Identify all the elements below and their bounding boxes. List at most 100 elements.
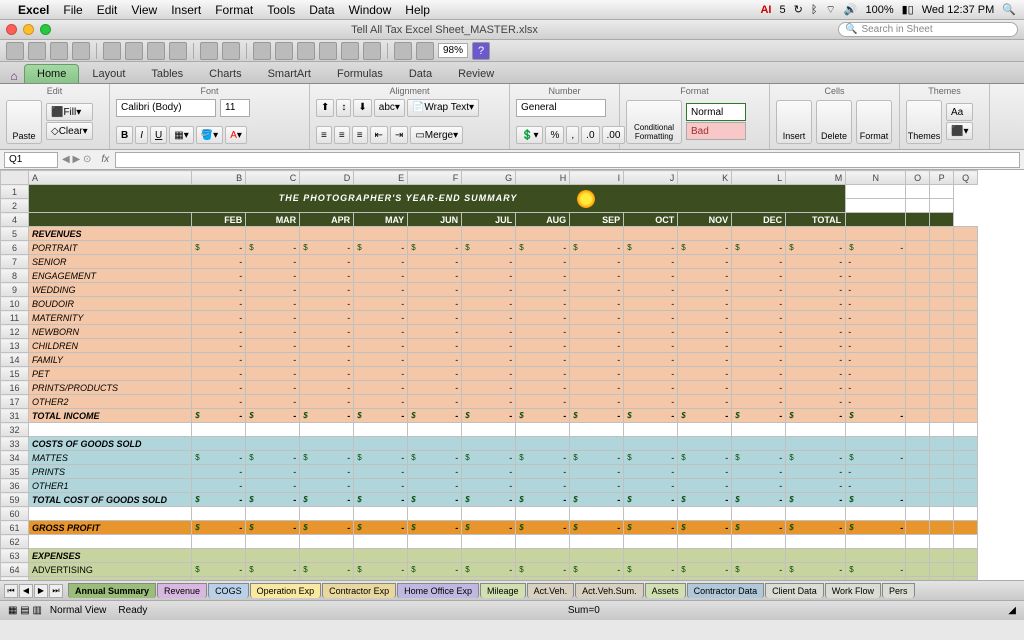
col-header[interactable]: H [516, 171, 570, 185]
sheet-tab[interactable]: Assets [645, 583, 686, 598]
comma-button[interactable]: , [566, 126, 579, 144]
sort-asc-icon[interactable] [275, 42, 293, 60]
save-icon[interactable] [6, 42, 24, 60]
number-format-select[interactable]: General [516, 99, 606, 117]
menu-format[interactable]: Format [215, 3, 253, 17]
menu-edit[interactable]: Edit [97, 3, 118, 17]
new-icon[interactable] [50, 42, 68, 60]
style-normal[interactable]: Normal [686, 103, 746, 121]
sheet-tab[interactable]: Home Office Exp [397, 583, 479, 598]
close-icon[interactable] [6, 24, 17, 35]
col-header[interactable]: E [354, 171, 408, 185]
chart-icon[interactable] [319, 42, 337, 60]
sheet-tab[interactable]: Work Flow [825, 583, 881, 598]
col-header[interactable]: C [246, 171, 300, 185]
ribbon-home-icon[interactable]: ⌂ [4, 69, 24, 83]
gallery-icon[interactable] [341, 42, 359, 60]
fill-button[interactable]: ⬛ Fill ▾ [46, 103, 93, 121]
dec-inc-button[interactable]: .0 [581, 126, 599, 144]
sort-desc-icon[interactable] [297, 42, 315, 60]
font-name-select[interactable]: Calibri (Body) [116, 99, 216, 117]
fx-label[interactable]: fx [95, 154, 115, 165]
clear-button[interactable]: ◇ Clear ▾ [46, 122, 93, 140]
cond-format-button[interactable]: Conditional Formatting [626, 100, 682, 144]
adobe-icon[interactable]: AI [760, 4, 771, 16]
menu-insert[interactable]: Insert [171, 3, 201, 17]
tab-first-icon[interactable]: ⏮ [4, 584, 18, 598]
ribbon-tab-data[interactable]: Data [396, 64, 445, 83]
sheet-tab[interactable]: Mileage [480, 583, 526, 598]
name-box[interactable]: Q1 [4, 152, 58, 168]
formula-input[interactable] [115, 152, 1020, 168]
format-painter-icon[interactable] [169, 42, 187, 60]
help-icon[interactable]: ? [472, 42, 490, 60]
col-header[interactable]: D [300, 171, 354, 185]
ribbon-tab-tables[interactable]: Tables [138, 64, 196, 83]
tab-last-icon[interactable]: ⏭ [49, 584, 63, 598]
theme-colors-button[interactable]: ⬛▾ [946, 122, 973, 140]
copy-icon[interactable] [125, 42, 143, 60]
font-size-select[interactable]: 11 [220, 99, 250, 117]
sheet-tab[interactable]: Act.Veh. [527, 583, 575, 598]
underline-button[interactable]: U [150, 126, 167, 144]
zoom-select[interactable]: 98% [438, 43, 468, 58]
sheet-tab[interactable]: Client Data [765, 583, 824, 598]
menu-window[interactable]: Window [349, 3, 392, 17]
sheet-tab[interactable]: Contractor Exp [322, 583, 396, 598]
wifi-icon[interactable]: ⌔ [825, 3, 835, 17]
italic-button[interactable]: I [135, 126, 148, 144]
fill-color-button[interactable]: 🪣▾ [196, 126, 223, 144]
volume-icon[interactable]: 🔊 [844, 3, 858, 16]
merge-button[interactable]: ▭ Merge ▾ [410, 126, 463, 144]
col-header[interactable]: Q [954, 171, 978, 185]
sheet-tab[interactable]: Act.Veh.Sum. [575, 583, 644, 598]
border-button[interactable]: ▦▾ [169, 126, 193, 144]
align-right-button[interactable]: ≡ [352, 126, 368, 144]
col-header[interactable]: A [29, 171, 192, 185]
align-mid-button[interactable]: ↕ [336, 99, 351, 117]
sheet-tab[interactable]: Operation Exp [250, 583, 322, 598]
menu-tools[interactable]: Tools [267, 3, 295, 17]
col-header[interactable]: J [624, 171, 678, 185]
autosum-icon[interactable] [253, 42, 271, 60]
bold-button[interactable]: B [116, 126, 133, 144]
sheet-tab[interactable]: Contractor Data [687, 583, 765, 598]
col-header[interactable]: G [462, 171, 516, 185]
currency-button[interactable]: 💲▾ [516, 126, 543, 144]
search-input[interactable]: 🔍 Search in Sheet [838, 22, 1018, 37]
show-formulas-icon[interactable] [394, 42, 412, 60]
col-header[interactable]: M [786, 171, 846, 185]
redo-icon[interactable] [222, 42, 240, 60]
fx-icon[interactable] [363, 42, 381, 60]
menu-data[interactable]: Data [309, 3, 334, 17]
print-icon[interactable] [72, 42, 90, 60]
status-resize-icon[interactable]: ◢ [1008, 605, 1016, 616]
indent-dec-button[interactable]: ⇤ [370, 126, 388, 144]
col-header[interactable]: I [570, 171, 624, 185]
tab-next-icon[interactable]: ▶ [34, 584, 48, 598]
format-button[interactable]: Format [856, 100, 892, 144]
sheet-tab[interactable]: Annual Summary [68, 583, 156, 598]
paste-button[interactable]: Paste [6, 100, 42, 144]
menu-view[interactable]: View [131, 3, 157, 17]
clock[interactable]: Wed 12:37 PM [922, 4, 995, 16]
col-header[interactable]: B [192, 171, 246, 185]
menu-help[interactable]: Help [405, 3, 430, 17]
align-bot-button[interactable]: ⬇ [353, 99, 371, 117]
align-center-button[interactable]: ≡ [334, 126, 350, 144]
col-header[interactable]: N [846, 171, 906, 185]
cut-icon[interactable] [103, 42, 121, 60]
col-header[interactable]: P [930, 171, 954, 185]
tab-prev-icon[interactable]: ◀ [19, 584, 33, 598]
open-icon[interactable] [28, 42, 46, 60]
theme-aa-button[interactable]: Aa [946, 103, 973, 121]
col-header[interactable]: L [732, 171, 786, 185]
delete-button[interactable]: Delete [816, 100, 852, 144]
nav-buttons[interactable]: ◀ ▶ ⊙ [58, 154, 95, 165]
paste-icon[interactable] [147, 42, 165, 60]
insert-button[interactable]: Insert [776, 100, 812, 144]
sheet-tab[interactable]: COGS [208, 583, 249, 598]
align-left-button[interactable]: ≡ [316, 126, 332, 144]
ribbon-tab-home[interactable]: Home [24, 64, 79, 83]
battery-icon[interactable]: ▮▯ [902, 3, 914, 16]
